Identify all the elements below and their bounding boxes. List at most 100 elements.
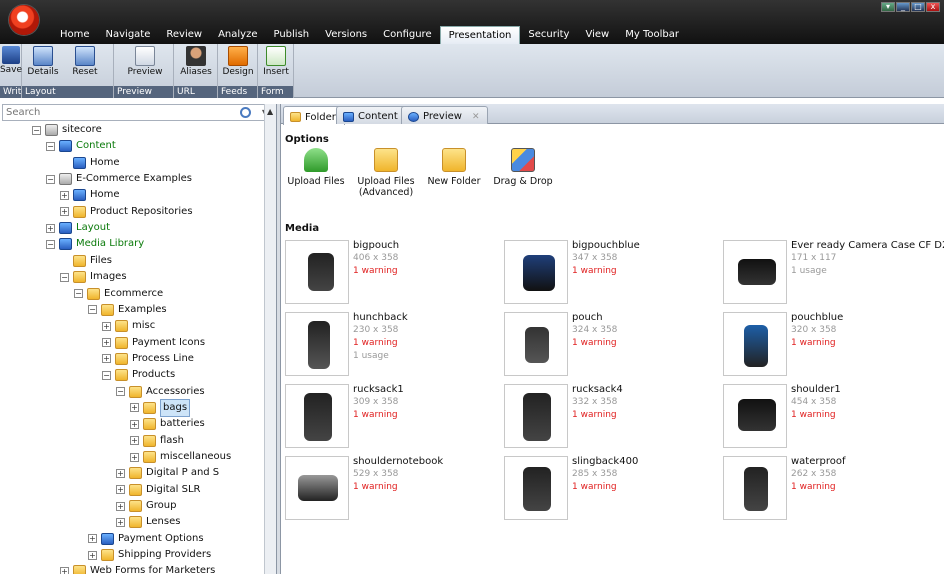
tab-view[interactable]: View [577, 26, 617, 44]
expand-icon[interactable]: + [60, 190, 69, 200]
media-item[interactable]: rucksack1 309 x 358 1 warning [285, 384, 500, 450]
drag-drop-button[interactable]: Drag & Drop [488, 148, 558, 187]
reset-button[interactable]: Reset [66, 46, 104, 77]
media-thumbnail[interactable] [504, 384, 568, 448]
tab-security[interactable]: Security [520, 26, 577, 44]
upload-files-advanced-button[interactable]: Upload Files (Advanced) [351, 148, 421, 198]
media-item[interactable]: rucksack4 332 x 358 1 warning [504, 384, 719, 450]
tree-node[interactable]: + batteries [130, 416, 205, 432]
media-thumbnail[interactable] [504, 312, 568, 376]
close-icon[interactable]: x [926, 2, 940, 12]
tab-my-toolbar[interactable]: My Toolbar [617, 26, 687, 44]
search-input[interactable] [3, 105, 213, 120]
tree-scrollbar[interactable]: ▲ [264, 104, 276, 574]
tab-review[interactable]: Review [158, 26, 210, 44]
collapse-icon[interactable]: − [88, 305, 97, 315]
tree-node[interactable]: − Media Library [46, 236, 144, 252]
tree-node[interactable]: − Content [46, 138, 116, 154]
media-thumbnail[interactable] [723, 312, 787, 376]
media-item[interactable]: waterproof 262 x 358 1 warning [723, 456, 938, 522]
tree-node[interactable]: + Shipping Providers [88, 547, 211, 563]
close-tab-icon[interactable]: ✕ [472, 112, 480, 122]
tab-publish[interactable]: Publish [265, 26, 317, 44]
media-name[interactable]: pouch [572, 312, 603, 323]
media-thumbnail[interactable] [723, 456, 787, 520]
tree-node[interactable]: − Accessories [116, 384, 205, 400]
tree-node[interactable]: + Group [116, 498, 176, 514]
tab-content[interactable]: Content [336, 106, 407, 124]
media-item[interactable]: Ever ready Camera Case CF D200 171 x 117 1… [723, 240, 944, 306]
media-name[interactable]: rucksack1 [353, 384, 404, 395]
media-item[interactable]: pouch 324 x 358 1 warning [504, 312, 719, 378]
collapse-icon[interactable]: − [32, 125, 41, 135]
media-item[interactable]: bigpouchblue 347 x 358 1 warning [504, 240, 719, 306]
tree-node[interactable]: + miscellaneous [130, 449, 231, 465]
tree-node[interactable]: + Web Forms for Marketers [60, 563, 215, 574]
tree-node[interactable]: + flash [130, 433, 184, 449]
insert-form-button[interactable]: Insert [257, 46, 295, 77]
expand-icon[interactable]: + [46, 223, 55, 233]
tree-node[interactable]: + bags [130, 398, 191, 417]
tree-node[interactable]: + Home [60, 187, 120, 203]
tree-node[interactable]: + Digital P and S [116, 465, 219, 481]
tree-node[interactable]: + Digital SLR [116, 482, 200, 498]
dropdown-icon[interactable]: ▾ [881, 2, 895, 12]
tree-node[interactable]: Home [60, 155, 120, 171]
details-button[interactable]: Details [24, 46, 62, 77]
collapse-icon[interactable]: − [46, 239, 55, 249]
expand-icon[interactable]: + [60, 566, 69, 574]
media-thumbnail[interactable] [285, 456, 349, 520]
media-thumbnail[interactable] [723, 384, 787, 448]
collapse-icon[interactable]: − [46, 174, 55, 184]
media-item[interactable]: bigpouch 406 x 358 1 warning [285, 240, 500, 306]
tree-node[interactable]: − Products [102, 367, 175, 383]
tree-node[interactable]: + misc [102, 318, 155, 334]
media-name[interactable]: pouchblue [791, 312, 843, 323]
media-thumbnail[interactable] [504, 456, 568, 520]
expand-icon[interactable]: + [116, 501, 125, 511]
tree-node[interactable]: Files [60, 253, 112, 269]
expand-icon[interactable]: + [116, 468, 125, 478]
media-item[interactable]: shoulder1 454 x 358 1 warning [723, 384, 938, 450]
tab-analyze[interactable]: Analyze [210, 26, 265, 44]
tree-node[interactable]: + Payment Options [88, 531, 204, 547]
tab-navigate[interactable]: Navigate [98, 26, 159, 44]
media-item[interactable]: hunchback 230 x 358 1 warning 1 usage [285, 312, 500, 378]
tree-node[interactable]: − Images [60, 269, 127, 285]
tab-presentation[interactable]: Presentation [439, 26, 521, 44]
media-thumbnail[interactable] [285, 384, 349, 448]
media-name[interactable]: shoulder1 [791, 384, 841, 395]
expand-icon[interactable]: + [130, 403, 139, 413]
search-icon[interactable] [240, 107, 251, 118]
preview-button[interactable]: Preview [126, 46, 164, 77]
tree-node[interactable]: − Examples [88, 302, 167, 318]
media-name[interactable]: bigpouch [353, 240, 399, 251]
tree-node[interactable]: − sitecore [32, 122, 102, 138]
tab-configure[interactable]: Configure [375, 26, 439, 44]
collapse-icon[interactable]: − [46, 141, 55, 151]
media-thumbnail[interactable] [285, 312, 349, 376]
upload-files-button[interactable]: Upload Files [281, 148, 351, 187]
expand-icon[interactable]: + [88, 550, 97, 560]
media-item[interactable]: slingback400 285 x 358 1 warning [504, 456, 719, 522]
expand-icon[interactable]: + [130, 436, 139, 446]
minimize-icon[interactable]: _ [896, 2, 910, 12]
aliases-button[interactable]: Aliases [177, 46, 215, 77]
media-thumbnail[interactable] [723, 240, 787, 304]
media-name[interactable]: shouldernotebook [353, 456, 443, 467]
expand-icon[interactable]: + [102, 338, 111, 348]
expand-icon[interactable]: + [116, 485, 125, 495]
new-folder-button[interactable]: New Folder [419, 148, 489, 187]
maximize-icon[interactable]: □ [911, 2, 925, 12]
collapse-icon[interactable]: − [74, 289, 83, 298]
tab-home[interactable]: Home [52, 26, 98, 44]
tree-node[interactable]: + Process Line [102, 351, 194, 367]
tree-node[interactable]: + Lenses [116, 514, 180, 530]
media-name[interactable]: Ever ready Camera Case CF D200 [791, 240, 944, 251]
expand-icon[interactable]: + [116, 517, 125, 527]
media-item[interactable]: pouchblue 320 x 358 1 warning [723, 312, 938, 378]
tree-node[interactable]: + Product Repositories [60, 204, 193, 220]
expand-icon[interactable]: + [130, 452, 139, 462]
media-name[interactable]: waterproof [791, 456, 846, 467]
media-name[interactable]: rucksack4 [572, 384, 623, 395]
